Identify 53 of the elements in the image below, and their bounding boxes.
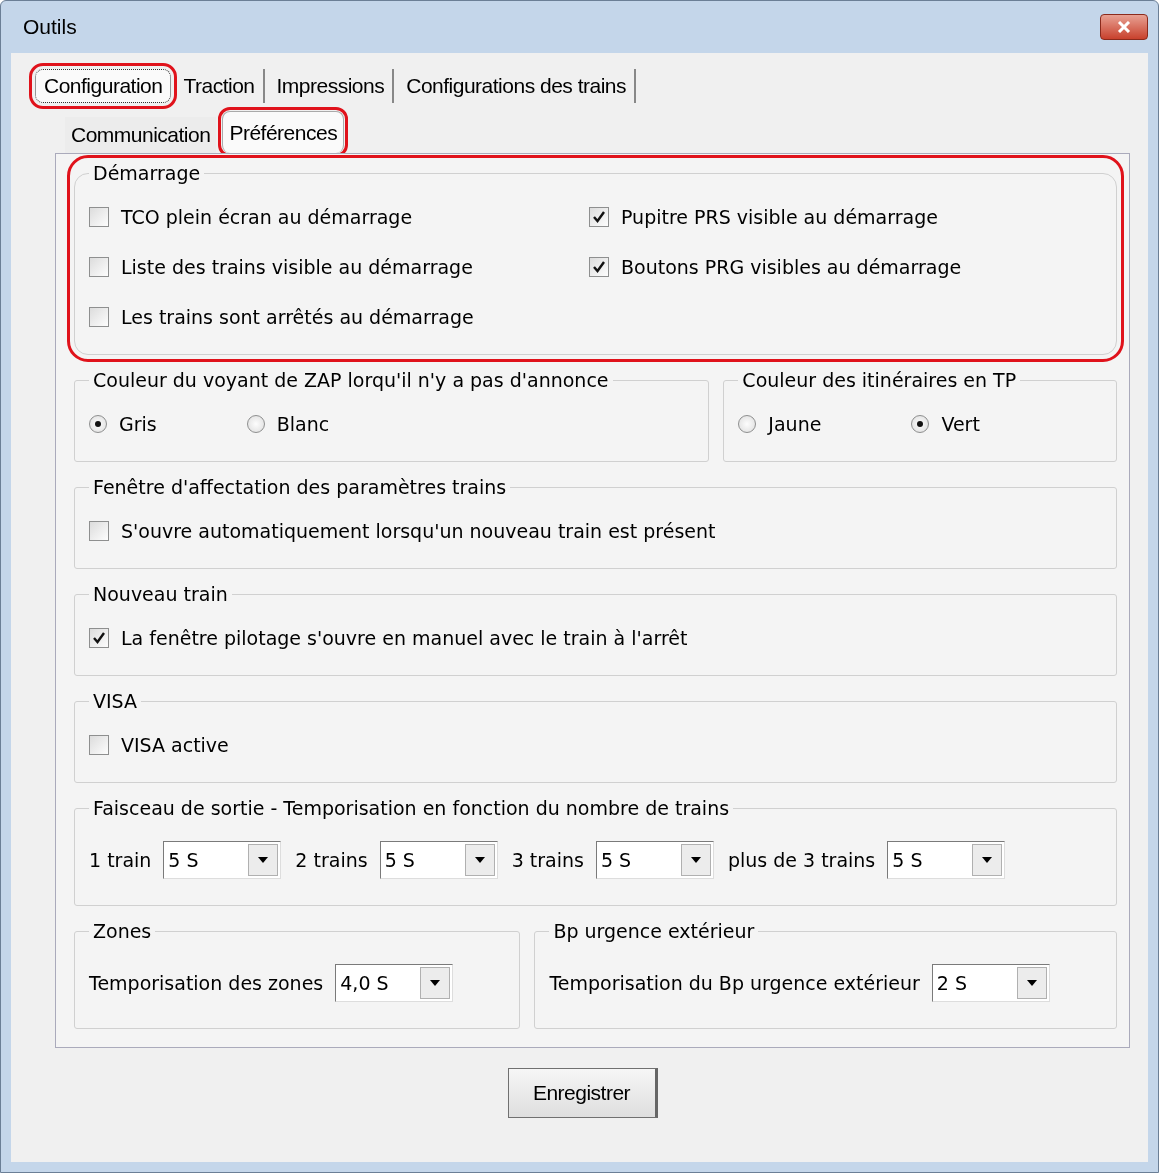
tab[interactable]: Configurations des trains [398, 69, 636, 103]
checkbox-label[interactable]: Boutons PRG visibles au démarrage [621, 256, 962, 278]
checkbox-label[interactable]: Liste des trains visible au démarrage [121, 256, 473, 278]
group-title: Démarrage [92, 162, 202, 184]
group-title: Fenêtre d'affectation des paramètres trains [92, 476, 508, 498]
group-title: Couleur des itinéraires en TP [741, 369, 1018, 391]
radio-label[interactable]: Jaune [768, 413, 822, 435]
tab[interactable]: Traction [175, 69, 265, 103]
field-label: plus de 3 trains [727, 849, 876, 871]
checkbox[interactable] [589, 207, 609, 227]
checkbox[interactable] [89, 257, 109, 277]
checkbox[interactable] [89, 628, 109, 648]
group-title: Zones [92, 920, 153, 942]
tab[interactable]: Communication [65, 117, 217, 153]
field-label: 2 trains [295, 849, 368, 871]
tab[interactable]: Impressions [268, 69, 395, 103]
radio-label[interactable]: Gris [119, 413, 157, 435]
field-label: Temporisation du Bp urgence extérieur [549, 972, 920, 994]
radio-button[interactable] [911, 415, 930, 433]
checkbox[interactable] [89, 307, 109, 327]
dropdown-field[interactable]: 4,0 S [335, 964, 454, 1002]
dropdown-field[interactable]: 5 S [595, 841, 714, 879]
radio-label[interactable]: Vert [941, 413, 980, 435]
checkbox-label[interactable]: S'ouvre automatiquement lorsqu'un nouveau train est présent [121, 520, 716, 542]
radio-label[interactable]: Blanc [276, 413, 330, 435]
dropdown-field[interactable]: 5 S [887, 841, 1006, 879]
group-title: Couleur du voyant de ZAP lorqu'il n'y a pas d'annonce [92, 369, 610, 391]
group-title: Faisceau de sortie - Temporisation en fonction du nombre de trains [92, 797, 731, 819]
checkbox-label[interactable]: Pupitre PRS visible au démarrage [621, 206, 938, 228]
checkbox-label[interactable]: TCO plein écran au démarrage [121, 206, 413, 228]
close-icon[interactable] [1117, 21, 1131, 33]
radio-button[interactable] [89, 415, 107, 433]
radio-button[interactable] [738, 415, 757, 433]
field-label: 1 train [89, 849, 152, 871]
dropdown-field[interactable]: 2 S [931, 964, 1050, 1002]
checkbox[interactable] [89, 207, 109, 227]
checkbox-label[interactable]: Les trains sont arrêtés au démarrage [121, 306, 474, 328]
checkbox-label[interactable]: La fenêtre pilotage s'ouvre en manuel avec le train à l'arrêt [121, 627, 688, 649]
window-title: Outils [22, 15, 77, 39]
checkbox[interactable] [89, 735, 109, 755]
dropdown-field[interactable]: 5 S [163, 841, 282, 879]
checkbox-label[interactable]: VISA active [121, 734, 229, 756]
close-button[interactable] [1100, 14, 1148, 40]
field-label: 3 trains [511, 849, 584, 871]
checkbox[interactable] [589, 257, 609, 277]
group-title: Nouveau train [92, 583, 229, 605]
group-title: VISA [92, 690, 138, 712]
radio-button[interactable] [246, 415, 265, 433]
save-button[interactable]: Enregistrer [507, 1068, 658, 1118]
checkbox[interactable] [89, 521, 109, 541]
group-title: Bp urgence extérieur [552, 920, 756, 942]
dropdown-field[interactable]: 5 S [379, 841, 498, 879]
field-label: Temporisation des zones [89, 972, 324, 994]
